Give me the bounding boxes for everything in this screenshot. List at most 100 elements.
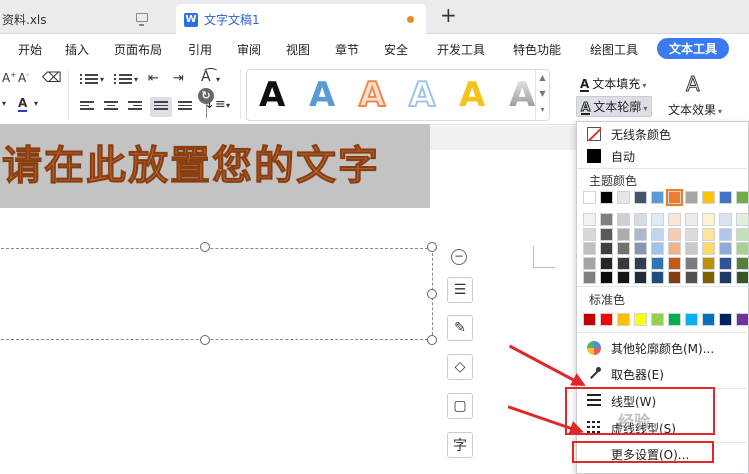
theme-shade-swatch[interactable]	[685, 256, 698, 270]
standard-color-swatch[interactable]	[634, 313, 647, 326]
resize-handle-top-right[interactable]	[427, 242, 437, 252]
theme-color-swatch[interactable]	[651, 191, 664, 204]
no-line-color-item[interactable]: 无线条颜色	[577, 123, 749, 145]
resize-handle-right[interactable]	[427, 289, 437, 299]
theme-shade-swatch[interactable]	[600, 227, 613, 241]
theme-shade-swatch[interactable]	[651, 242, 664, 255]
decrease-indent-icon[interactable]: ⇤	[148, 71, 159, 86]
font-color-caret-icon[interactable]: ▾	[34, 99, 38, 108]
align-center-icon[interactable]	[104, 101, 118, 113]
theme-shade-swatch[interactable]	[668, 242, 681, 255]
theme-color-swatch[interactable]	[702, 191, 715, 204]
theme-shade-swatch[interactable]	[651, 256, 664, 270]
menu-security[interactable]: 安全	[384, 41, 408, 58]
theme-shade-swatch[interactable]	[617, 213, 630, 226]
menu-text-tools[interactable]: 文本工具	[657, 38, 730, 59]
rotate-handle-icon[interactable]: ↻	[198, 88, 214, 104]
standard-color-swatch[interactable]	[583, 313, 596, 326]
theme-shade-swatch[interactable]	[634, 271, 647, 284]
theme-shade-swatch[interactable]	[719, 242, 732, 255]
menu-references[interactable]: 引用	[188, 41, 212, 58]
bullet-caret-icon[interactable]: ▾	[100, 75, 104, 84]
theme-shade-swatch[interactable]	[634, 242, 647, 255]
more-outline-colors-item[interactable]: 其他轮廓颜色(M)...	[577, 337, 749, 359]
theme-shade-swatch[interactable]	[736, 242, 749, 255]
align-left-icon[interactable]	[80, 101, 94, 113]
standard-color-swatch[interactable]	[702, 313, 715, 326]
standard-color-swatch[interactable]	[617, 313, 630, 326]
theme-shade-swatch[interactable]	[702, 213, 715, 226]
tab-document[interactable]: W 文字文稿1	[176, 4, 426, 35]
theme-shade-swatch[interactable]	[600, 271, 613, 284]
theme-shade-swatch[interactable]	[600, 256, 613, 270]
layout-options-icon[interactable]: ☰	[447, 277, 473, 303]
line-spacing-caret-icon[interactable]: ▾	[226, 101, 230, 110]
theme-shade-swatch[interactable]	[685, 213, 698, 226]
theme-color-swatch[interactable]	[634, 191, 647, 204]
standard-color-swatch[interactable]	[685, 313, 698, 326]
theme-shade-swatch[interactable]	[719, 256, 732, 270]
wordart-style-silver[interactable]: A	[509, 76, 535, 114]
clear-format-icon[interactable]: ⌫	[42, 70, 62, 86]
collapse-toolbar-icon[interactable]: −	[451, 249, 467, 265]
align-right-icon[interactable]	[128, 101, 142, 113]
theme-shade-swatch[interactable]	[719, 271, 732, 284]
text-outline-button[interactable]: A 文本轮廓 ▾	[576, 96, 653, 117]
theme-color-swatch[interactable]	[583, 191, 596, 204]
bullet-list-icon[interactable]	[80, 74, 98, 86]
gallery-scroll[interactable]: ▲ ▼ ▾	[535, 70, 549, 120]
standard-color-swatch[interactable]	[651, 313, 664, 326]
theme-color-swatch[interactable]	[736, 191, 749, 204]
standard-color-swatch[interactable]	[668, 313, 681, 326]
theme-shade-swatch[interactable]	[668, 271, 681, 284]
scroll-up-icon[interactable]: ▲	[536, 70, 549, 86]
theme-shade-swatch[interactable]	[634, 256, 647, 270]
resize-handle-bottom[interactable]	[200, 335, 210, 345]
standard-color-swatch[interactable]	[600, 313, 613, 326]
tab-spreadsheet[interactable]: 资料.xls	[0, 4, 170, 34]
theme-shade-swatch[interactable]	[702, 256, 715, 270]
font-color-icon[interactable]: A	[18, 97, 28, 112]
theme-shade-swatch[interactable]	[736, 271, 749, 284]
theme-shade-swatch[interactable]	[668, 213, 681, 226]
auto-color-item[interactable]: 自动	[577, 145, 749, 167]
theme-shade-swatch[interactable]	[736, 256, 749, 270]
justify-icon[interactable]	[150, 97, 172, 117]
theme-color-swatch[interactable]	[685, 191, 698, 204]
menu-developer[interactable]: 开发工具	[437, 41, 485, 58]
theme-shade-swatch[interactable]	[583, 242, 596, 255]
wordart-style-orange-outline[interactable]: A	[358, 75, 386, 115]
shape-outline-icon[interactable]: ▢	[447, 393, 473, 419]
wordart-style-gold[interactable]: A	[459, 76, 485, 114]
scroll-down-icon[interactable]: ▼	[536, 86, 549, 102]
shrink-font-icon[interactable]: A-	[18, 71, 29, 85]
theme-shade-swatch[interactable]	[702, 271, 715, 284]
theme-shade-swatch[interactable]	[736, 213, 749, 226]
theme-shade-swatch[interactable]	[634, 227, 647, 241]
theme-shade-swatch[interactable]	[719, 227, 732, 241]
theme-shade-swatch[interactable]	[651, 271, 664, 284]
theme-shade-swatch[interactable]	[668, 227, 681, 241]
theme-color-swatch[interactable]	[600, 191, 613, 204]
theme-shade-swatch[interactable]	[583, 213, 596, 226]
resize-handle-bottom-right[interactable]	[427, 335, 437, 345]
theme-shade-swatch[interactable]	[600, 242, 613, 255]
wordart-style-black[interactable]: A	[259, 76, 285, 114]
menu-review[interactable]: 审阅	[237, 41, 261, 58]
theme-shade-swatch[interactable]	[702, 242, 715, 255]
gallery-expand-icon[interactable]: ▾	[536, 102, 549, 118]
shape-style-brush-icon[interactable]: ✎	[447, 315, 473, 341]
theme-shade-swatch[interactable]	[685, 227, 698, 241]
text-fill-button[interactable]: A 文本填充 ▾	[580, 75, 646, 92]
theme-color-swatch[interactable]	[617, 191, 630, 204]
menu-features[interactable]: 特色功能	[513, 41, 561, 58]
numbered-list-icon[interactable]	[114, 74, 132, 86]
menu-sections[interactable]: 章节	[335, 41, 359, 58]
menu-view[interactable]: 视图	[286, 41, 310, 58]
numbered-caret-icon[interactable]: ▾	[134, 75, 138, 84]
menu-drawing-tools[interactable]: 绘图工具	[590, 41, 638, 58]
theme-shade-swatch[interactable]	[600, 213, 613, 226]
theme-shade-swatch[interactable]	[702, 227, 715, 241]
standard-color-swatch[interactable]	[719, 313, 732, 326]
text-effect-button[interactable]: 文本效果 ▾	[668, 101, 722, 118]
